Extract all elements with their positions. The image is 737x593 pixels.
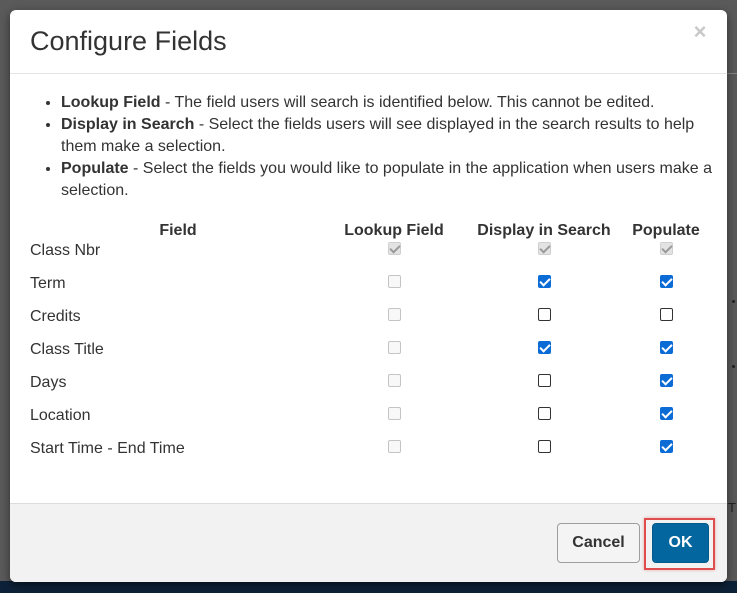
- instruction-item: Display in Search - Select the fields us…: [61, 114, 727, 158]
- lookup-field-cell: [326, 308, 462, 341]
- lookup-field-checkbox-term: [387, 275, 401, 288]
- instruction-term: Populate: [61, 160, 129, 177]
- display-in-search-checkbox-start-time-end-time[interactable]: [537, 440, 551, 453]
- populate-cell: [626, 308, 706, 341]
- instruction-text: - The field users will search is identif…: [160, 94, 655, 111]
- field-name-days: Days: [30, 374, 67, 391]
- table-row: Term: [30, 275, 706, 308]
- populate-cell: [626, 341, 706, 374]
- field-name-class-nbr: Class Nbr: [30, 242, 101, 259]
- instruction-text: - Select the fields you would like to po…: [61, 160, 713, 199]
- cancel-button[interactable]: Cancel: [557, 523, 640, 563]
- display-in-search-cell: [462, 341, 626, 374]
- instruction-item: Populate - Select the fields you would l…: [61, 158, 727, 202]
- page-backdrop-footer: [0, 581, 737, 593]
- instructions-list: Lookup Field - The field users will sear…: [35, 92, 727, 202]
- table-row: Credits: [30, 308, 706, 341]
- background-text: T: [728, 500, 736, 515]
- table-row: Location: [30, 407, 706, 440]
- lookup-field-cell: [326, 440, 462, 473]
- populate-checkbox-class-title[interactable]: [659, 341, 673, 354]
- display-in-search-cell: [462, 275, 626, 308]
- display-in-search-cell: [462, 440, 626, 473]
- fields-table-body: Class Nbr Term Credits Class Title Days Locat…: [30, 242, 706, 473]
- column-header-populate: Populate: [632, 222, 700, 239]
- field-name-class-title: Class Title: [30, 341, 104, 358]
- table-row: Start Time - End Time: [30, 440, 706, 473]
- table-row: Days: [30, 374, 706, 407]
- display-in-search-checkbox-credits[interactable]: [537, 308, 551, 321]
- display-in-search-checkbox-class-title[interactable]: [537, 341, 551, 354]
- table-header-row: Field Lookup Field Display in Search Pop…: [30, 220, 706, 242]
- field-name-term: Term: [30, 275, 66, 292]
- populate-checkbox-location[interactable]: [659, 407, 673, 420]
- populate-checkbox-credits[interactable]: [659, 308, 673, 321]
- dialog-footer: Cancel OK: [10, 503, 727, 582]
- display-in-search-cell: [462, 308, 626, 341]
- dialog-header: Configure Fields ×: [10, 10, 727, 74]
- populate-checkbox-days[interactable]: [659, 374, 673, 387]
- instruction-item: Lookup Field - The field users will sear…: [61, 92, 727, 114]
- field-name-start-time-end-time: Start Time - End Time: [30, 440, 185, 457]
- column-header-lookup-field: Lookup Field: [344, 222, 444, 239]
- column-header-display-in-search: Display in Search: [477, 222, 611, 239]
- lookup-field-cell: [326, 374, 462, 407]
- display-in-search-checkbox-term[interactable]: [537, 275, 551, 288]
- lookup-field-cell: [326, 341, 462, 374]
- display-in-search-checkbox-class-nbr: [537, 242, 551, 255]
- display-in-search-cell: [462, 374, 626, 407]
- lookup-field-checkbox-days: [387, 374, 401, 387]
- background-dot: [732, 365, 735, 368]
- populate-cell: [626, 407, 706, 440]
- ok-button[interactable]: OK: [652, 523, 709, 563]
- configure-fields-dialog: Configure Fields × Lookup Field - The fi…: [10, 10, 727, 582]
- display-in-search-cell: [462, 407, 626, 440]
- table-row: Class Title: [30, 341, 706, 374]
- populate-checkbox-term[interactable]: [659, 275, 673, 288]
- lookup-field-cell: [326, 407, 462, 440]
- lookup-field-checkbox-location: [387, 407, 401, 420]
- field-name-credits: Credits: [30, 308, 81, 325]
- background-dot: [732, 300, 735, 303]
- field-name-location: Location: [30, 407, 91, 424]
- table-row: Class Nbr: [30, 242, 706, 275]
- populate-cell: [626, 275, 706, 308]
- populate-checkbox-class-nbr: [659, 242, 673, 255]
- populate-checkbox-start-time-end-time[interactable]: [659, 440, 673, 453]
- lookup-field-checkbox-class-title: [387, 341, 401, 354]
- display-in-search-checkbox-days[interactable]: [537, 374, 551, 387]
- display-in-search-checkbox-location[interactable]: [537, 407, 551, 420]
- populate-cell: [626, 374, 706, 407]
- instruction-term: Lookup Field: [61, 94, 161, 111]
- populate-cell: [626, 242, 706, 275]
- close-icon[interactable]: ×: [691, 21, 709, 43]
- lookup-field-checkbox-credits: [387, 308, 401, 321]
- display-in-search-cell: [462, 242, 626, 275]
- instruction-term: Display in Search: [61, 116, 195, 133]
- populate-cell: [626, 440, 706, 473]
- lookup-field-checkbox-start-time-end-time: [387, 440, 401, 453]
- dialog-title: Configure Fields: [30, 26, 227, 56]
- background-divider: [727, 73, 737, 74]
- lookup-field-checkbox-class-nbr: [387, 242, 401, 255]
- fields-table: Field Lookup Field Display in Search Pop…: [30, 220, 706, 473]
- lookup-field-cell: [326, 242, 462, 275]
- column-header-field: Field: [159, 222, 197, 239]
- lookup-field-cell: [326, 275, 462, 308]
